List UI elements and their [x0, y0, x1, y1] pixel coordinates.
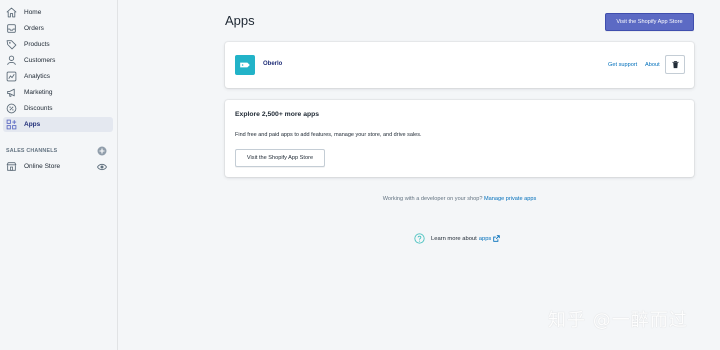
sidebar-item-label: Discounts — [24, 105, 53, 112]
sidebar-item-products[interactable]: Products — [3, 37, 113, 52]
get-support-link[interactable]: Get support — [608, 62, 637, 68]
apps-help-link[interactable]: apps — [479, 236, 492, 242]
sidebar-item-label: Apps — [24, 121, 41, 128]
sidebar-item-analytics[interactable]: Analytics — [3, 69, 113, 84]
sidebar-item-label: Orders — [24, 25, 44, 32]
visit-app-store-secondary-button[interactable]: Visit the Shopify App Store — [235, 149, 325, 167]
eye-icon[interactable] — [96, 162, 108, 172]
developer-text: Working with a developer on your shop? — [382, 196, 483, 202]
sidebar: Home Orders Products Customers Analytics… — [0, 0, 118, 350]
external-link-icon — [493, 235, 501, 242]
explore-heading: Explore 2,500+ more apps — [235, 111, 320, 118]
person-icon — [6, 55, 17, 66]
store-icon — [6, 161, 17, 172]
sidebar-item-label: Online Store — [24, 163, 61, 170]
installed-app-card: Oberlo Get support About — [225, 42, 694, 88]
app-name-link[interactable]: Oberlo — [263, 61, 282, 67]
home-icon — [6, 7, 17, 18]
analytics-icon — [6, 71, 17, 82]
sidebar-item-discounts[interactable]: Discounts — [3, 101, 113, 116]
sidebar-item-home[interactable]: Home — [3, 5, 113, 20]
manage-private-apps-link[interactable]: Manage private apps — [484, 196, 536, 202]
learn-more-footer: Learn more about apps — [414, 233, 501, 244]
about-link[interactable]: About — [645, 62, 660, 68]
megaphone-icon — [6, 87, 17, 98]
tag-icon — [6, 39, 17, 50]
oberlo-logo — [235, 55, 255, 75]
learn-more-text: Learn more about — [431, 235, 477, 242]
orders-icon — [6, 23, 17, 34]
sidebar-item-customers[interactable]: Customers — [3, 53, 113, 68]
sidebar-item-label: Marketing — [24, 89, 53, 96]
discount-icon — [6, 103, 17, 114]
sidebar-item-label: Customers — [24, 57, 56, 64]
apps-icon — [6, 119, 17, 130]
trash-icon — [671, 60, 679, 69]
oberlo-tag-icon — [240, 62, 250, 68]
sidebar-item-orders[interactable]: Orders — [3, 21, 113, 36]
watermark: 知乎 @一醉而过 — [548, 310, 688, 331]
help-icon — [414, 233, 425, 244]
add-sales-channel-icon[interactable] — [97, 146, 107, 156]
sales-channels-heading: SALES CHANNELS — [6, 148, 58, 154]
explore-description: Find free and paid apps to add features,… — [235, 132, 422, 138]
sidebar-item-apps[interactable]: Apps — [3, 117, 113, 132]
sidebar-item-label: Home — [24, 9, 42, 16]
sidebar-item-marketing[interactable]: Marketing — [3, 85, 113, 100]
visit-app-store-button[interactable]: Visit the Shopify App Store — [605, 13, 694, 31]
delete-app-button[interactable] — [665, 55, 685, 74]
explore-apps-card: Explore 2,500+ more apps Find free and p… — [225, 100, 694, 177]
sidebar-item-label: Products — [24, 41, 50, 48]
page-title: Apps — [225, 13, 255, 28]
developer-footer: Working with a developer on your shop? M… — [225, 196, 694, 202]
sidebar-item-label: Analytics — [24, 73, 51, 80]
